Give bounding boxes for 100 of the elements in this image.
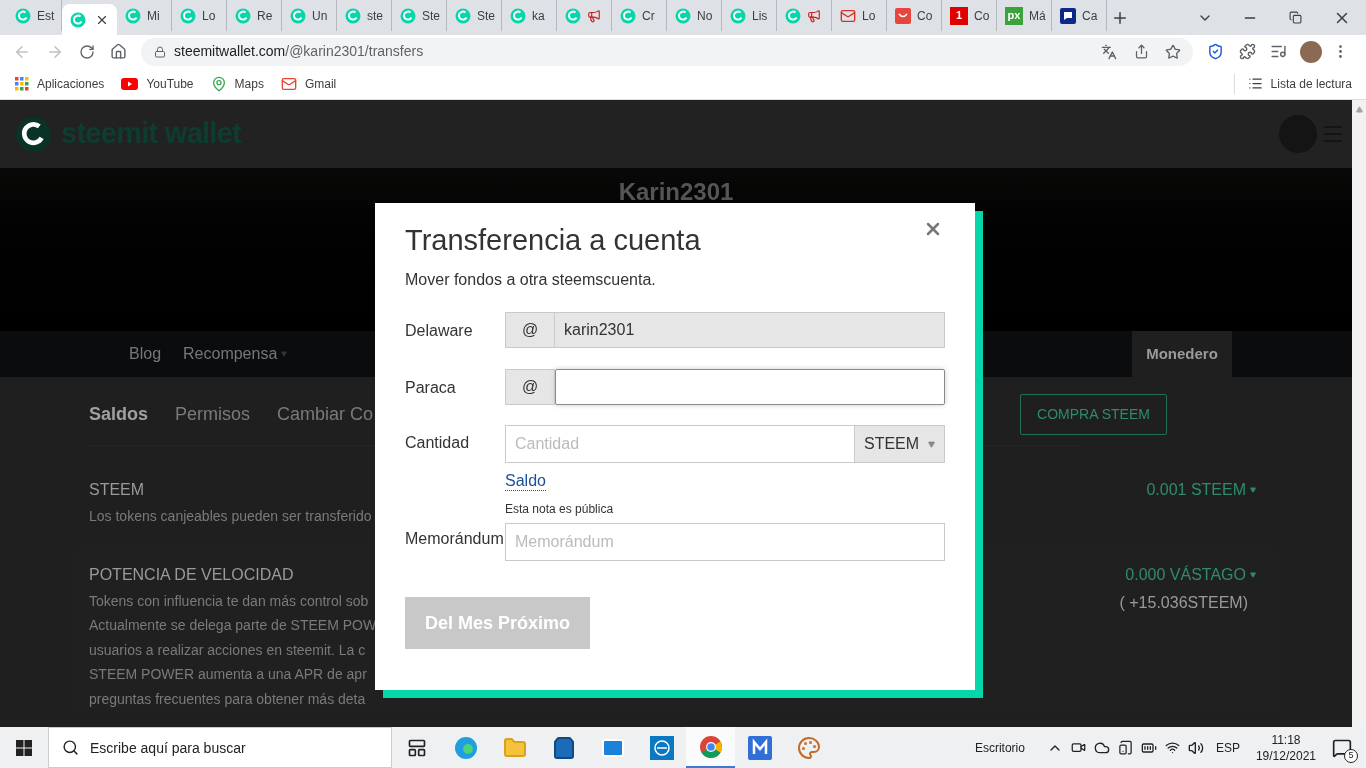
profile-name: Karin2301 (618, 179, 734, 205)
tab-title: Un (312, 7, 328, 25)
bookmark[interactable]: Gmail (280, 74, 337, 93)
account-field[interactable] (555, 369, 945, 405)
browser-tab[interactable]: Mi (117, 0, 172, 31)
address-bar[interactable]: steemitwallet.com/@karin2301/transfers (141, 37, 1193, 66)
star-icon[interactable] (1165, 43, 1181, 60)
browser-tab[interactable]: Re (227, 0, 282, 31)
share-icon[interactable] (1134, 44, 1149, 59)
tab-title: Lis (752, 7, 768, 25)
currency-select[interactable]: STEEM (855, 425, 945, 463)
notification-count: 5 (1344, 748, 1358, 763)
memo-field[interactable]: Memorándum (505, 523, 945, 561)
windows-logo-icon[interactable] (16, 739, 32, 756)
browser-tab[interactable]: Lis (722, 0, 777, 31)
search-icon (62, 739, 79, 756)
browser-tab[interactable]: 1 Co (942, 0, 997, 31)
caret-icon (1250, 487, 1256, 493)
balance-note: ( +15.036STEEM) (1119, 592, 1248, 613)
tab-title: Co (917, 7, 933, 25)
browser-tab[interactable]: ste (337, 0, 392, 31)
extensions-icon[interactable] (1239, 43, 1256, 60)
play-button-icon (121, 77, 139, 90)
app-tile-icon (747, 735, 772, 760)
browser-tab[interactable]: Un (282, 0, 337, 31)
tab-title: ka (532, 7, 545, 25)
translate-icon[interactable] (1101, 43, 1117, 60)
nav-link[interactable]: Blog (129, 342, 162, 366)
browser-tab[interactable]: No (667, 0, 722, 31)
steemit-logo-icon (125, 7, 141, 24)
browser-tab[interactable]: px Má (997, 0, 1052, 31)
browser-tab[interactable]: ka (502, 0, 557, 31)
balance-title: STEEM (89, 480, 146, 500)
wallet-subtab[interactable]: Saldos (89, 401, 149, 428)
wallet-tab[interactable]: Monedero (1132, 331, 1232, 377)
nav-link[interactable]: Recompensa (183, 342, 288, 366)
wallet-subtab[interactable]: Cambiar Co (277, 401, 374, 428)
tab-title: Lo (202, 7, 216, 25)
tab-title: Est (37, 7, 55, 25)
browser-tab[interactable]: Cr (612, 0, 667, 31)
desktop-label[interactable]: Escritorio (974, 738, 1025, 757)
new-tab-icon[interactable] (1111, 9, 1129, 27)
steemit-logo-icon (345, 7, 361, 24)
steemit-logo-icon (565, 7, 581, 24)
chrome-icon (698, 734, 723, 759)
steemit-logo-icon (455, 7, 471, 24)
notifications-icon[interactable] (1332, 737, 1352, 758)
caret-icon (281, 351, 288, 357)
steemit-logo-icon (15, 115, 52, 153)
browser-tab[interactable]: Est (7, 0, 62, 31)
browser-tab[interactable]: Lo (172, 0, 227, 31)
camera-icon[interactable] (1070, 740, 1086, 755)
wallet-subtab[interactable]: Permisos (175, 401, 251, 428)
profile-avatar[interactable] (1300, 40, 1322, 63)
home-icon[interactable] (110, 43, 127, 60)
browser-tab[interactable]: Co (887, 0, 942, 31)
amount-field[interactable]: Cantidad (505, 425, 855, 463)
browser-tab[interactable]: Ca (1052, 0, 1107, 31)
bookmark[interactable]: Aplicaciones (15, 74, 105, 93)
balance-title: POTENCIA DE VELOCIDAD (89, 564, 295, 585)
balance-description: Los tokens canjeables pueden ser transferido (89, 507, 372, 526)
folder-icon (502, 735, 527, 760)
field-label: Delaware (405, 321, 474, 341)
list-icon (1247, 76, 1263, 91)
at-prefix: @ (505, 312, 555, 348)
task-view-icon (406, 737, 427, 758)
volume-icon[interactable] (1187, 739, 1204, 756)
bookmark[interactable]: YouTube (121, 74, 194, 93)
site-logo-icon: 1 (950, 6, 968, 25)
clock[interactable]: 11:18 19/12/2021 (1255, 731, 1316, 764)
site-logo-icon: px (1005, 6, 1023, 25)
tab-title: Ste (477, 7, 495, 25)
balance-amount[interactable]: 0.000 VÁSTAGO (1125, 562, 1256, 587)
browser-tab[interactable]: Ste (447, 0, 502, 31)
media-list-icon[interactable] (1270, 43, 1287, 60)
reading-list-button[interactable]: Lista de lectura (1247, 74, 1352, 93)
lock-icon (154, 45, 166, 58)
bookmark[interactable]: Maps (210, 74, 264, 93)
shield-icon[interactable] (1207, 43, 1224, 60)
restore-icon[interactable] (1289, 11, 1302, 24)
balance-link[interactable]: Saldo (505, 472, 546, 491)
steemit-logo-icon (400, 7, 416, 24)
browser-tab[interactable]: Ste (392, 0, 447, 31)
balance-amount[interactable]: 0.001 STEEM (1146, 478, 1256, 502)
caret-icon (1250, 571, 1256, 578)
megaphone-icon (807, 8, 821, 23)
wifi-icon[interactable] (1164, 740, 1180, 755)
scrollbar[interactable] (1352, 100, 1366, 727)
apps-grid-icon (15, 76, 29, 91)
browser-tab[interactable]: Lo (832, 0, 887, 31)
reload-icon[interactable] (79, 43, 95, 60)
device-icon[interactable] (1117, 740, 1133, 755)
tab-title: Co (974, 7, 990, 25)
tab-title: Má (1029, 7, 1046, 25)
memo-hint: Esta nota es pública (505, 501, 615, 518)
steemit-logo-icon (235, 7, 251, 24)
tab-title: Lo (862, 7, 876, 25)
language-indicator[interactable]: ESP (1215, 738, 1240, 757)
buy-steem-button[interactable]: COMPRA STEEM (1020, 394, 1167, 435)
taskbar-search-field[interactable]: Escribe aquí para buscar (48, 727, 392, 768)
